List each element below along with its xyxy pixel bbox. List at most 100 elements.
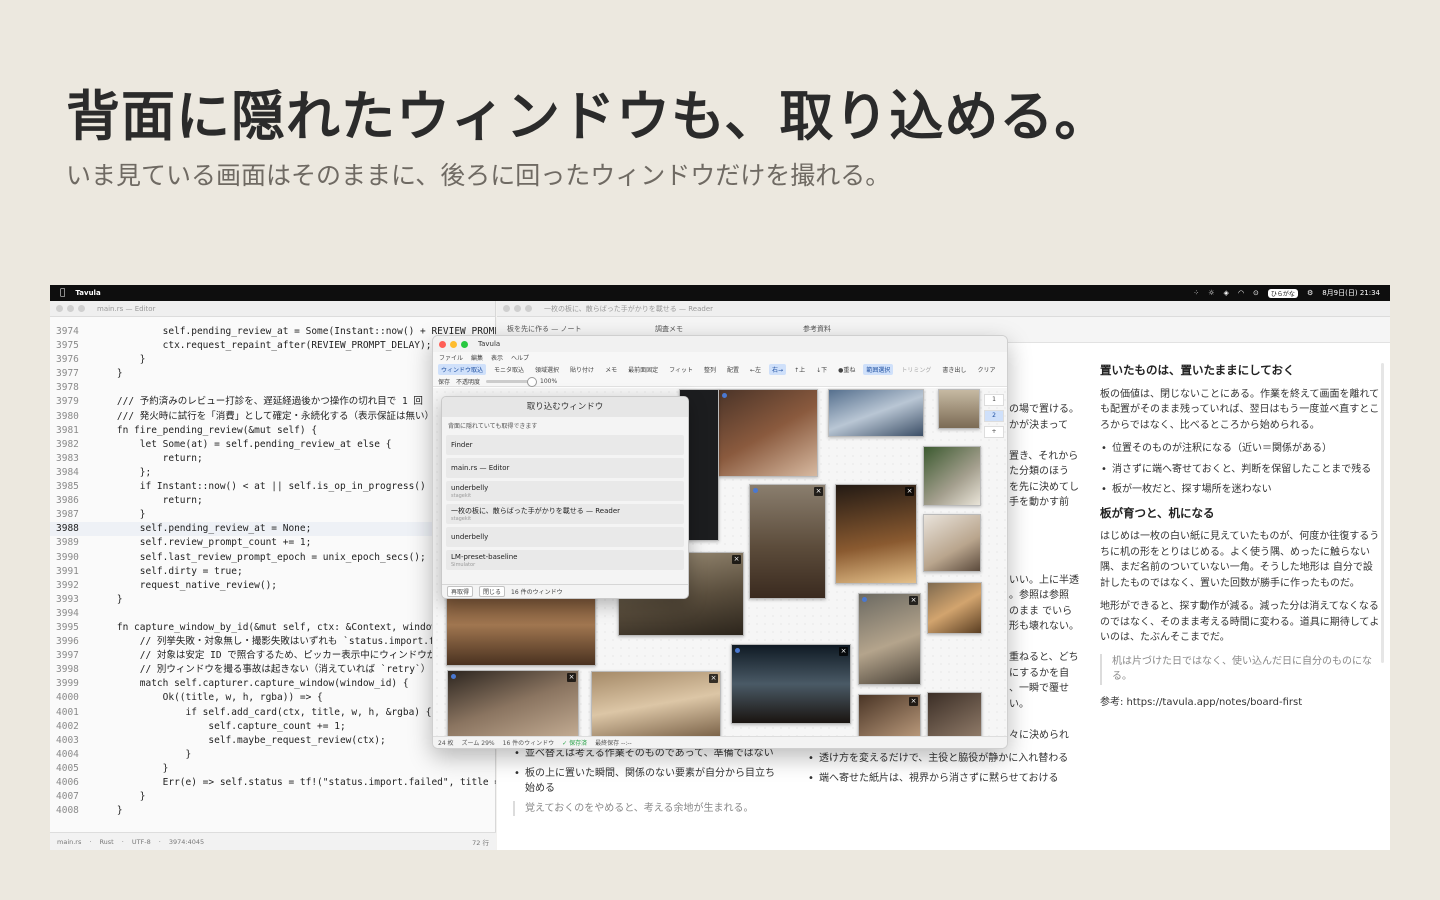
headphones-icon[interactable]: ◠ [1238, 289, 1244, 297]
code-line[interactable]: 3985 if Instant::now() < at || self.is_o… [50, 480, 496, 494]
image-card[interactable]: × [447, 670, 579, 738]
reference-link[interactable]: 参考: https://tavula.app/notes/board-first [1100, 695, 1380, 711]
toolbar-button[interactable]: ウィンドウ取込 [438, 363, 487, 375]
toolbar-button[interactable]: ↑上 [791, 364, 808, 375]
play-icon[interactable]: ⊙ [1253, 289, 1259, 297]
menubar-clock[interactable]: 8月9日(日) 21:34 [1322, 288, 1380, 298]
code-line[interactable]: 4006 Err(e) => self.status = tf!("status… [50, 776, 496, 790]
editor-titlebar[interactable]: main.rs — Editor [50, 301, 495, 317]
close-icon[interactable]: × [709, 674, 718, 683]
close-icon[interactable] [439, 340, 446, 348]
reader-titlebar[interactable]: 一枚の板に、散らばった手がかりを載せる — Reader [497, 301, 1390, 317]
close-icon[interactable]: × [839, 647, 848, 656]
code-line[interactable]: 3978 [50, 381, 496, 395]
opacity-slider[interactable] [486, 376, 538, 387]
toolbar-button[interactable]: 領域選択 [532, 364, 562, 375]
picker-window-item[interactable]: Finder [446, 435, 684, 455]
code-line[interactable]: 3986 return; [50, 494, 496, 508]
minimize-icon[interactable] [514, 305, 521, 312]
tavula-titlebar[interactable]: Tavula [433, 336, 1007, 352]
code-line[interactable]: 4002 self.capture_count += 1; [50, 720, 496, 734]
code-line[interactable]: 3999 match self.capturer.capture_window(… [50, 677, 496, 691]
code-line[interactable]: 4007 } [50, 790, 496, 804]
close-icon[interactable] [503, 305, 510, 312]
reader-tab-2[interactable]: 調査メモ [655, 324, 683, 334]
reader-scrollbar[interactable] [1381, 363, 1384, 663]
code-line[interactable]: 3979 /// 予約済みのレビュー打診を、遅延経過後かつ操作の切れ目で 1 回 [50, 395, 496, 409]
pin-icon[interactable] [722, 393, 727, 398]
shield-icon[interactable]: ◈ [1224, 289, 1229, 297]
code-line[interactable]: 4008 } [50, 804, 496, 818]
close-icon[interactable]: × [909, 697, 918, 706]
code-line[interactable]: 3975 ctx.request_repaint_after(REVIEW_PR… [50, 339, 496, 353]
add-board-button[interactable]: + [984, 426, 1004, 438]
toolbar-button[interactable]: 貼り付け [567, 364, 597, 375]
refresh-button[interactable]: 再取得 [447, 586, 474, 597]
pin-icon[interactable] [753, 488, 758, 493]
close-icon[interactable] [56, 305, 63, 312]
picker-window-item[interactable]: LM-preset-baseline Simulator [446, 550, 684, 570]
code-line[interactable]: 4005 } [50, 762, 496, 776]
close-icon[interactable]: × [567, 673, 576, 682]
toolbar-button[interactable]: 配置 [724, 364, 742, 375]
toolbar-button[interactable]: トリミング [898, 364, 934, 375]
grid-icon[interactable]: ⁘ [1193, 289, 1199, 297]
picker-window-item[interactable]: main.rs — Editor [446, 458, 684, 478]
image-card[interactable] [718, 389, 818, 477]
toolbar-button[interactable]: モニタ取込 [491, 364, 527, 375]
minimize-icon[interactable] [67, 305, 74, 312]
code-line[interactable]: 3987 } [50, 508, 496, 522]
toolbar-button[interactable]: 範囲選択 [863, 363, 894, 375]
toolbar-button[interactable]: クリア [974, 364, 998, 375]
code-line[interactable]: 3974 self.pending_review_at = Some(Insta… [50, 325, 496, 339]
zoom-icon[interactable] [525, 305, 532, 312]
board-tab-1[interactable]: 1 [984, 394, 1004, 406]
image-card[interactable] [938, 389, 980, 429]
code-line[interactable]: 3991 self.dirty = true; [50, 565, 496, 579]
close-button[interactable]: 閉じる [479, 586, 506, 597]
save-button[interactable]: 保存 [438, 377, 450, 386]
status-lang[interactable]: Rust [99, 838, 113, 846]
image-card[interactable]: × [731, 644, 851, 724]
image-card[interactable] [927, 582, 982, 634]
window-controls[interactable] [56, 305, 85, 312]
image-card[interactable]: × [858, 694, 921, 738]
code-line[interactable]: 3995 fn capture_window_by_id(&mut self, … [50, 621, 496, 635]
code-line[interactable]: 3983 return; [50, 452, 496, 466]
image-card[interactable] [828, 389, 924, 437]
code-line[interactable]: 3992 request_native_review(); [50, 579, 496, 593]
image-card[interactable]: × [835, 484, 917, 584]
image-card[interactable]: × [749, 484, 826, 599]
code-line[interactable]: 3988 self.pending_review_at = None; [50, 522, 496, 537]
code-line[interactable]: 3994 [50, 607, 496, 621]
code-line[interactable]: 3982 let Some(at) = self.pending_review_… [50, 438, 496, 452]
menu-file[interactable]: ファイル [439, 353, 463, 362]
code-line[interactable]: 4003 self.maybe_request_review(ctx); [50, 734, 496, 748]
toolbar-button[interactable]: ←左 [747, 364, 764, 375]
close-icon[interactable]: × [814, 487, 823, 496]
close-icon[interactable]: × [732, 555, 741, 564]
code-line[interactable]: 3981 fn fire_pending_review(&mut self) { [50, 424, 496, 438]
toolbar-button[interactable]: メモ [602, 364, 620, 375]
menu-help[interactable]: ヘルプ [511, 353, 529, 362]
reader-tab-3[interactable]: 参考資料 [803, 324, 831, 334]
code-line[interactable]: 3997 // 対象は安定 ID で照合するため、ピッカー表示中にウィンドウが [50, 649, 496, 663]
reader-tab-1[interactable]: 板を先に作る — ノート [507, 324, 581, 334]
code-line[interactable]: 3998 // 別ウィンドウを撮る事故は起きない（消えていれば `retry`） [50, 663, 496, 677]
code-line[interactable]: 3977 } [50, 367, 496, 381]
code-line[interactable]: 4004 } [50, 748, 496, 762]
menubar-app-name[interactable]: Tavula [75, 289, 100, 297]
window-controls[interactable] [503, 305, 532, 312]
pin-icon[interactable] [862, 597, 867, 602]
image-card[interactable]: × [858, 593, 921, 685]
image-card[interactable] [927, 692, 982, 738]
image-card[interactable] [923, 446, 981, 506]
code-line[interactable]: 3984 }; [50, 466, 496, 480]
picker-window-item[interactable]: 一枚の板に、散らばった手がかりを載せる — Reader stagekit [446, 504, 684, 524]
code-line[interactable]: 3976 } [50, 353, 496, 367]
zoom-icon[interactable] [78, 305, 85, 312]
menu-edit[interactable]: 編集 [471, 353, 483, 362]
code-area[interactable]: 3974 self.pending_review_at = Some(Insta… [50, 325, 496, 831]
toolbar-button[interactable]: ↓下 [813, 364, 830, 375]
toolbar-button[interactable]: 書き出し [939, 364, 969, 375]
